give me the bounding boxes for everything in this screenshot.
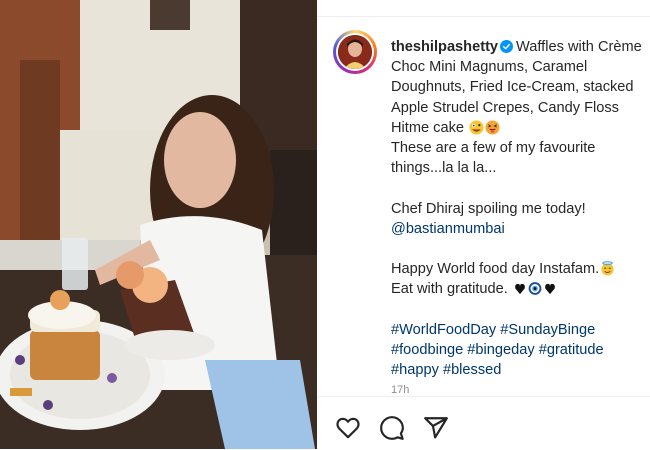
hashtag-row-2: #foodbinge #bingeday #gratitude: [391, 340, 650, 360]
header-divider: [317, 0, 650, 17]
caption-line10-row: Eat with gratitude.: [391, 279, 650, 299]
comment-bubble-icon[interactable]: [379, 415, 405, 441]
caption-mention-row: @bastianmumbai: [391, 219, 650, 239]
avatar-image: [338, 35, 372, 69]
caption-first-line: theshilpashetty Waffles with Crème: [391, 37, 650, 57]
post-caption: theshilpashetty Waffles with Crème Choc M…: [391, 37, 650, 380]
zany-face-emoji-icon: [469, 120, 484, 135]
caption-text-line4: Apple Strudel Crepes, Candy Floss: [391, 99, 619, 116]
hashtag-happy[interactable]: #happy: [391, 362, 439, 378]
hashtag-gratitude[interactable]: #gratitude: [539, 342, 604, 358]
caption-text-line7: things...la la la...: [391, 160, 497, 177]
action-bar: [317, 396, 650, 450]
post-photo[interactable]: [0, 0, 317, 449]
caption-text-line1: Waffles with Crème: [516, 39, 642, 55]
caption-text-line8: Chef Dhiraj spoiling me today!: [391, 200, 586, 217]
caption-text-line10: Eat with gratitude.: [391, 281, 508, 298]
mention-link[interactable]: @bastianmumbai: [391, 221, 505, 237]
post-details-panel: theshilpashetty Waffles with Crème Choc M…: [317, 0, 650, 450]
hashtag-row-3: #happy #blessed: [391, 360, 650, 380]
caption-line9-row: Happy World food day Instafam.: [391, 259, 650, 279]
hashtag-bingeday[interactable]: #bingeday: [467, 342, 534, 358]
avatar-portrait-icon: [338, 35, 372, 69]
caption-text-line6: These are a few of my favourite: [391, 140, 596, 157]
caption-text-line5: Hitme cake: [391, 119, 464, 136]
paper-plane-icon[interactable]: [423, 415, 449, 441]
avatar-ring: [336, 33, 374, 71]
hashtag-blessed[interactable]: #blessed: [443, 362, 501, 378]
profile-avatar[interactable]: [333, 30, 377, 74]
post-time-ago[interactable]: 17h: [391, 384, 409, 394]
verified-badge-icon: [500, 40, 514, 53]
heart-evil-eye-heart-emoji-icon: [515, 282, 555, 296]
caption-text-line3: Doughnuts, Fried Ice-Cream, stacked: [391, 79, 634, 96]
squinting-tongue-emoji-icon: [485, 120, 500, 135]
hashtag-worldfoodday[interactable]: #WorldFoodDay: [391, 322, 496, 338]
hashtag-foodbinge[interactable]: #foodbinge: [391, 342, 463, 358]
hashtag-row-1: #WorldFoodDay #SundayBinge: [391, 320, 650, 340]
heart-icon[interactable]: [335, 415, 361, 441]
caption-line5-row: Hitme cake: [391, 118, 650, 138]
hashtag-sundaybinge[interactable]: #SundayBinge: [500, 322, 595, 338]
username-link[interactable]: theshilpashetty: [391, 39, 498, 55]
food-photo-illustration: [0, 0, 317, 449]
caption-text-line2: Choc Mini Magnums, Caramel: [391, 59, 588, 76]
smiling-halo-emoji-icon: [601, 261, 614, 276]
caption-text-line9: Happy World food day Instafam.: [391, 261, 600, 278]
